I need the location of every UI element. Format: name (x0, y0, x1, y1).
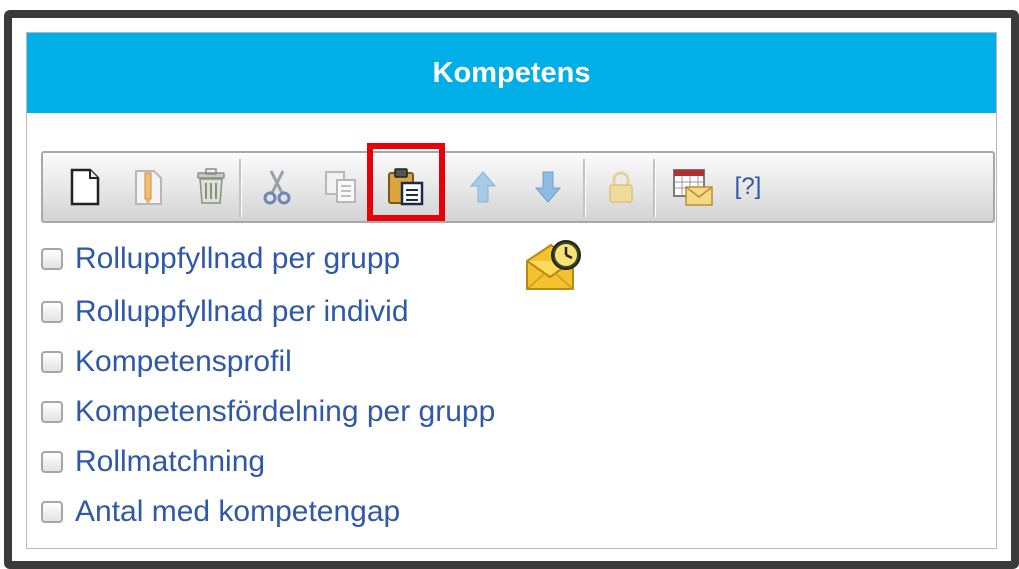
delete-button[interactable] (185, 159, 237, 215)
toolbar-separator (239, 159, 242, 217)
help-label: [?] (734, 173, 762, 200)
report-checkbox[interactable] (41, 351, 63, 373)
edit-icon (135, 170, 162, 205)
move-up-button[interactable] (457, 159, 509, 215)
arrow-up-icon (469, 171, 497, 203)
window-frame: Kompetens [?] Rolluppfyllnad per grupp R… (4, 10, 1019, 569)
report-label[interactable]: Rollmatchning (75, 445, 265, 479)
report-label[interactable]: Antal med kompetengap (75, 495, 400, 529)
toolbar: [?] (41, 143, 995, 223)
scheduled-email-indicator[interactable] (523, 239, 585, 295)
new-document-icon (70, 168, 100, 206)
report-checkbox[interactable] (41, 401, 63, 423)
report-label[interactable]: Kompetensfördelning per grupp (75, 395, 495, 429)
copy-icon (325, 171, 356, 203)
list-item[interactable]: Kompetensprofil (41, 342, 292, 382)
report-label[interactable]: Rolluppfyllnad per grupp (75, 242, 400, 276)
move-down-button[interactable] (522, 159, 574, 215)
lock-button[interactable] (595, 159, 647, 215)
paste-button[interactable] (380, 159, 432, 215)
lock-icon (609, 171, 633, 203)
arrow-down-icon (534, 171, 562, 203)
calendar-email-icon (673, 169, 713, 206)
list-item[interactable]: Antal med kompetengap (41, 492, 400, 532)
scissors-icon (263, 170, 291, 205)
report-checkbox[interactable] (41, 501, 63, 523)
schedule-email-button[interactable] (667, 159, 719, 215)
kompetens-panel: Kompetens [?] Rolluppfyllnad per grupp R… (26, 32, 997, 549)
copy-button[interactable] (315, 159, 367, 215)
paste-icon (388, 168, 424, 206)
toolbar-separator (653, 159, 656, 217)
panel-title: Kompetens (432, 56, 591, 89)
toolbar-separator (583, 159, 586, 217)
help-button[interactable]: [?] (722, 159, 774, 215)
list-item[interactable]: Kompetensfördelning per grupp (41, 392, 495, 432)
report-checkbox[interactable] (41, 301, 63, 323)
cut-button[interactable] (251, 159, 303, 215)
list-item[interactable]: Rolluppfyllnad per grupp (41, 239, 400, 279)
panel-header: Kompetens (27, 33, 996, 113)
report-label[interactable]: Kompetensprofil (75, 345, 292, 379)
new-document-button[interactable] (59, 159, 111, 215)
trash-icon (197, 168, 225, 204)
report-checkbox[interactable] (41, 248, 63, 270)
report-label[interactable]: Rolluppfyllnad per individ (75, 295, 409, 329)
report-checkbox[interactable] (41, 451, 63, 473)
email-clock-icon (526, 240, 581, 290)
list-item[interactable]: Rollmatchning (41, 442, 265, 482)
list-item[interactable]: Rolluppfyllnad per individ (41, 292, 409, 332)
edit-button[interactable] (123, 159, 175, 215)
